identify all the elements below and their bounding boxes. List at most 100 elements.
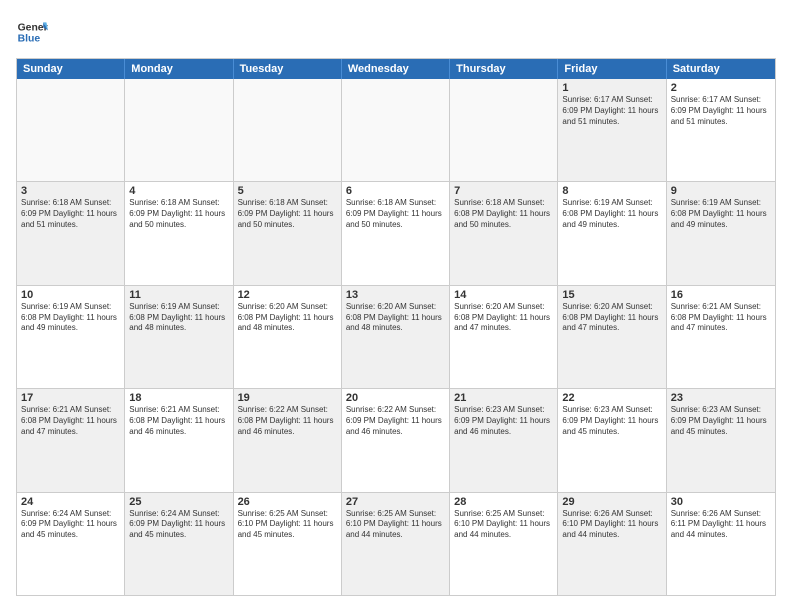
calendar-cell: 12Sunrise: 6:20 AM Sunset: 6:08 PM Dayli… [234, 286, 342, 388]
weeks: 1 Sunrise: 6:17 AM Sunset: 6:09 PM Daylig… [17, 79, 775, 595]
day-headers: SundayMondayTuesdayWednesdayThursdayFrid… [17, 59, 775, 79]
week-row: 24Sunrise: 6:24 AM Sunset: 6:09 PM Dayli… [17, 493, 775, 595]
cell-info: Sunrise: 6:18 AM Sunset: 6:09 PM Dayligh… [238, 198, 337, 230]
calendar-cell: 27Sunrise: 6:25 AM Sunset: 6:10 PM Dayli… [342, 493, 450, 595]
cell-day-number: 3 [21, 185, 120, 197]
cell-day-number: 20 [346, 392, 445, 404]
cell-day-number: 7 [454, 185, 553, 197]
cell-day-number: 6 [346, 185, 445, 197]
calendar-cell: 1Sunrise: 6:17 AM Sunset: 6:09 PM Daylig… [558, 79, 666, 181]
cell-info: Sunrise: 6:22 AM Sunset: 6:09 PM Dayligh… [346, 405, 445, 437]
cell-info: Sunrise: 6:21 AM Sunset: 6:08 PM Dayligh… [671, 302, 771, 334]
calendar-cell: 11Sunrise: 6:19 AM Sunset: 6:08 PM Dayli… [125, 286, 233, 388]
cell-info: Sunrise: 6:18 AM Sunset: 6:08 PM Dayligh… [454, 198, 553, 230]
cell-info: Sunrise: 6:19 AM Sunset: 6:08 PM Dayligh… [671, 198, 771, 230]
calendar-cell: 8Sunrise: 6:19 AM Sunset: 6:08 PM Daylig… [558, 182, 666, 284]
week-row: 17Sunrise: 6:21 AM Sunset: 6:08 PM Dayli… [17, 389, 775, 492]
cell-day-number: 26 [238, 496, 337, 508]
cell-day-number: 2 [671, 82, 771, 94]
calendar-cell: 5Sunrise: 6:18 AM Sunset: 6:09 PM Daylig… [234, 182, 342, 284]
cell-info: Sunrise: 6:26 AM Sunset: 6:11 PM Dayligh… [671, 509, 771, 541]
cell-day-number: 10 [21, 289, 120, 301]
day-header-sunday: Sunday [17, 59, 125, 79]
day-header-thursday: Thursday [450, 59, 558, 79]
cell-day-number: 25 [129, 496, 228, 508]
cell-day-number: 27 [346, 496, 445, 508]
calendar-cell [450, 79, 558, 181]
cell-day-number: 28 [454, 496, 553, 508]
calendar-cell: 13Sunrise: 6:20 AM Sunset: 6:08 PM Dayli… [342, 286, 450, 388]
day-header-wednesday: Wednesday [342, 59, 450, 79]
calendar-cell [234, 79, 342, 181]
calendar-cell: 22Sunrise: 6:23 AM Sunset: 6:09 PM Dayli… [558, 389, 666, 491]
calendar-cell: 19Sunrise: 6:22 AM Sunset: 6:08 PM Dayli… [234, 389, 342, 491]
cell-day-number: 14 [454, 289, 553, 301]
calendar-cell: 25Sunrise: 6:24 AM Sunset: 6:09 PM Dayli… [125, 493, 233, 595]
calendar-cell: 14Sunrise: 6:20 AM Sunset: 6:08 PM Dayli… [450, 286, 558, 388]
cell-day-number: 12 [238, 289, 337, 301]
cell-info: Sunrise: 6:20 AM Sunset: 6:08 PM Dayligh… [346, 302, 445, 334]
logo: General Blue [16, 16, 48, 48]
day-header-tuesday: Tuesday [234, 59, 342, 79]
cell-info: Sunrise: 6:23 AM Sunset: 6:09 PM Dayligh… [671, 405, 771, 437]
cell-day-number: 23 [671, 392, 771, 404]
cell-day-number: 5 [238, 185, 337, 197]
calendar-cell: 9Sunrise: 6:19 AM Sunset: 6:08 PM Daylig… [667, 182, 775, 284]
calendar-cell: 28Sunrise: 6:25 AM Sunset: 6:10 PM Dayli… [450, 493, 558, 595]
calendar-cell: 26Sunrise: 6:25 AM Sunset: 6:10 PM Dayli… [234, 493, 342, 595]
calendar-cell: 23Sunrise: 6:23 AM Sunset: 6:09 PM Dayli… [667, 389, 775, 491]
cell-day-number: 29 [562, 496, 661, 508]
cell-day-number: 17 [21, 392, 120, 404]
cell-day-number: 15 [562, 289, 661, 301]
day-header-friday: Friday [558, 59, 666, 79]
calendar-cell: 24Sunrise: 6:24 AM Sunset: 6:09 PM Dayli… [17, 493, 125, 595]
cell-day-number: 22 [562, 392, 661, 404]
cell-day-number: 13 [346, 289, 445, 301]
day-header-saturday: Saturday [667, 59, 775, 79]
cell-info: Sunrise: 6:17 AM Sunset: 6:09 PM Dayligh… [671, 95, 771, 127]
calendar-cell [17, 79, 125, 181]
calendar-cell: 18Sunrise: 6:21 AM Sunset: 6:08 PM Dayli… [125, 389, 233, 491]
cell-day-number: 9 [671, 185, 771, 197]
day-header-monday: Monday [125, 59, 233, 79]
calendar: SundayMondayTuesdayWednesdayThursdayFrid… [16, 58, 776, 596]
week-row: 1 Sunrise: 6:17 AM Sunset: 6:09 PM Daylig… [17, 79, 775, 182]
cell-info: Sunrise: 6:23 AM Sunset: 6:09 PM Dayligh… [562, 405, 661, 437]
cell-info: Sunrise: 6:19 AM Sunset: 6:08 PM Dayligh… [21, 302, 120, 334]
cell-info: Sunrise: 6:25 AM Sunset: 6:10 PM Dayligh… [346, 509, 445, 541]
cell-day-number: 11 [129, 289, 228, 301]
cell-info: Sunrise: 6:23 AM Sunset: 6:09 PM Dayligh… [454, 405, 553, 437]
cell-info: Sunrise: 6:18 AM Sunset: 6:09 PM Dayligh… [346, 198, 445, 230]
calendar-cell: 30Sunrise: 6:26 AM Sunset: 6:11 PM Dayli… [667, 493, 775, 595]
calendar-cell [125, 79, 233, 181]
cell-day-number: 30 [671, 496, 771, 508]
cell-info: Sunrise: 6:19 AM Sunset: 6:08 PM Dayligh… [562, 198, 661, 230]
cell-info: Sunrise: 6:25 AM Sunset: 6:10 PM Dayligh… [238, 509, 337, 541]
calendar-cell [342, 79, 450, 181]
cell-day-number: 1 [562, 82, 661, 94]
calendar-cell: 15Sunrise: 6:20 AM Sunset: 6:08 PM Dayli… [558, 286, 666, 388]
cell-info: Sunrise: 6:25 AM Sunset: 6:10 PM Dayligh… [454, 509, 553, 541]
cell-info: Sunrise: 6:21 AM Sunset: 6:08 PM Dayligh… [21, 405, 120, 437]
cell-info: Sunrise: 6:24 AM Sunset: 6:09 PM Dayligh… [21, 509, 120, 541]
cell-info: Sunrise: 6:24 AM Sunset: 6:09 PM Dayligh… [129, 509, 228, 541]
calendar-cell: 29Sunrise: 6:26 AM Sunset: 6:10 PM Dayli… [558, 493, 666, 595]
cell-day-number: 16 [671, 289, 771, 301]
cell-info: Sunrise: 6:18 AM Sunset: 6:09 PM Dayligh… [21, 198, 120, 230]
week-row: 3Sunrise: 6:18 AM Sunset: 6:09 PM Daylig… [17, 182, 775, 285]
cell-info: Sunrise: 6:20 AM Sunset: 6:08 PM Dayligh… [562, 302, 661, 334]
cell-info: Sunrise: 6:22 AM Sunset: 6:08 PM Dayligh… [238, 405, 337, 437]
cell-day-number: 8 [562, 185, 661, 197]
week-row: 10Sunrise: 6:19 AM Sunset: 6:08 PM Dayli… [17, 286, 775, 389]
calendar-cell: 4Sunrise: 6:18 AM Sunset: 6:09 PM Daylig… [125, 182, 233, 284]
cell-info: Sunrise: 6:18 AM Sunset: 6:09 PM Dayligh… [129, 198, 228, 230]
cell-day-number: 18 [129, 392, 228, 404]
cell-day-number: 21 [454, 392, 553, 404]
calendar-cell: 2Sunrise: 6:17 AM Sunset: 6:09 PM Daylig… [667, 79, 775, 181]
calendar-cell: 16Sunrise: 6:21 AM Sunset: 6:08 PM Dayli… [667, 286, 775, 388]
cell-info: Sunrise: 6:19 AM Sunset: 6:08 PM Dayligh… [129, 302, 228, 334]
calendar-cell: 6Sunrise: 6:18 AM Sunset: 6:09 PM Daylig… [342, 182, 450, 284]
cell-day-number: 24 [21, 496, 120, 508]
logo-icon: General Blue [16, 16, 48, 48]
cell-day-number: 19 [238, 392, 337, 404]
